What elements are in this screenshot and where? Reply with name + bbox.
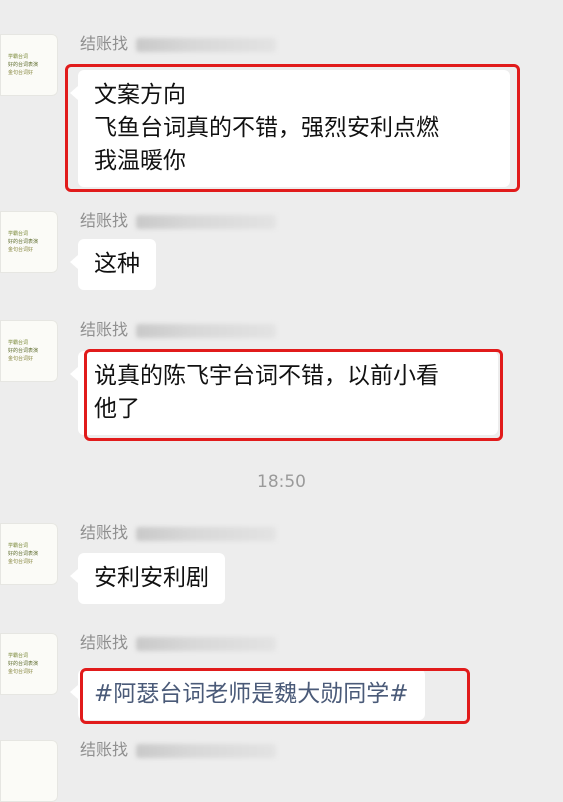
message-bubble[interactable]: 说真的陈飞宇台词不错，以前小看 他了 — [70, 351, 498, 435]
avatar[interactable]: 学霸台词 好的台词表演 金句台词好 — [0, 633, 58, 695]
blurred-sender-suffix — [136, 38, 276, 52]
avatar-text: 学霸台词 — [8, 653, 29, 659]
avatar[interactable] — [0, 740, 58, 802]
avatar[interactable]: 学霸台词 好的台词表演 金句台词好 — [0, 211, 58, 273]
sender-name: 结账找 — [80, 320, 129, 339]
avatar-text: 学霸台词 — [8, 231, 29, 237]
avatar-text: 金句台词好 — [8, 356, 34, 362]
avatar-text: 好的台词表演 — [8, 62, 39, 68]
avatar-text: 金句台词好 — [8, 247, 34, 253]
blurred-sender-suffix — [136, 215, 276, 229]
timestamp: 18:50 — [257, 472, 306, 492]
avatar-text: 金句台词好 — [8, 669, 34, 675]
sender-name: 结账找 — [80, 34, 129, 53]
avatar-text: 好的台词表演 — [8, 551, 39, 557]
sender-name: 结账找 — [80, 523, 129, 542]
message-bubble[interactable]: 文案方向 飞鱼台词真的不错，强烈安利点燃 我温暖你 — [70, 70, 510, 187]
avatar-text: 金句台词好 — [8, 559, 34, 565]
avatar-text: 学霸台词 — [8, 54, 29, 60]
avatar-text: 好的台词表演 — [8, 239, 39, 245]
blurred-sender-suffix — [136, 744, 276, 758]
message-bubble[interactable]: #阿瑟台词老师是魏大勋同学# — [70, 669, 425, 720]
message-bubble[interactable]: 安利安利剧 — [70, 553, 225, 604]
avatar-text: 金句台词好 — [8, 70, 34, 76]
sender-name: 结账找 — [80, 211, 129, 230]
avatar-text: 好的台词表演 — [8, 661, 39, 667]
avatar[interactable]: 学霸台词 好的台词表演 金句台词好 — [0, 320, 58, 382]
blurred-sender-suffix — [136, 324, 276, 338]
avatar[interactable]: 学霸台词 好的台词表演 金句台词好 — [0, 34, 58, 96]
message-bubble[interactable]: 这种 — [70, 239, 156, 290]
sender-name: 结账找 — [80, 740, 129, 759]
blurred-sender-suffix — [136, 637, 276, 651]
sender-name: 结账找 — [80, 633, 129, 652]
blurred-sender-suffix — [136, 527, 276, 541]
avatar-text: 学霸台词 — [8, 340, 29, 346]
avatar[interactable]: 学霸台词 好的台词表演 金句台词好 — [0, 523, 58, 585]
avatar-text: 学霸台词 — [8, 543, 29, 549]
avatar-text: 好的台词表演 — [8, 348, 39, 354]
